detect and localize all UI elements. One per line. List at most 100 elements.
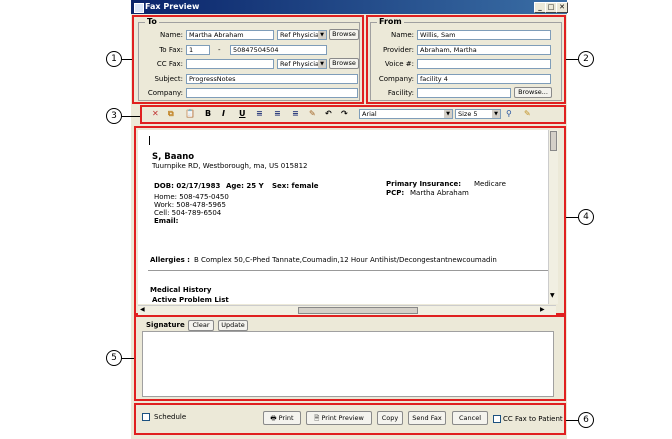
redo-icon[interactable]: ↷ [341, 109, 348, 118]
callout-1-line [122, 59, 132, 60]
callout-2: 2 [578, 51, 594, 67]
scroll-right-icon[interactable]: ▶ [540, 306, 545, 313]
cc-browse-button[interactable]: Browse [329, 58, 359, 69]
preview-icon: 🗎 [314, 414, 320, 422]
cancel-button[interactable]: Cancel [452, 411, 488, 425]
to-name-field[interactable]: Martha Abraham [186, 30, 274, 40]
horizontal-scrollbar[interactable]: ◀ ▶ [138, 305, 556, 315]
chevron-down-icon: ▼ [444, 110, 452, 118]
voice-label: Voice #: [384, 60, 414, 68]
printer-icon: 🖶 [270, 414, 277, 422]
edit-icon[interactable]: ✎ [524, 109, 531, 118]
subject-label: Subject: [154, 75, 183, 83]
cc-fax-label: CC Fax: [156, 60, 183, 68]
facility-field[interactable] [417, 88, 511, 98]
to-fax-prefix-field[interactable]: 1 [186, 45, 210, 55]
scroll-thumb[interactable] [550, 131, 557, 151]
allergies-value: B Complex 50,C-Phed Tannate,Coumadin,12 … [194, 256, 497, 264]
from-name-label: Name: [390, 31, 414, 39]
fax-dash: - [218, 46, 221, 54]
pcp-value: Martha Abraham [410, 189, 469, 197]
active-problems-heading: Active Problem List [152, 296, 229, 304]
patient-work-phone: Work: 508-478-5965 [154, 201, 226, 209]
allergies-label: Allergies : [150, 256, 190, 264]
signature-clear-button[interactable]: Clear [188, 320, 214, 331]
callout-4: 4 [578, 209, 594, 225]
facility-browse-button[interactable]: Browse... [514, 87, 552, 98]
scroll-down-icon[interactable]: ▼ [550, 292, 555, 299]
patient-cell-phone: Cell: 504-789-6504 [154, 209, 222, 217]
to-group-title: To [145, 17, 159, 26]
patient-sex: Sex: female [272, 182, 319, 190]
signature-pad[interactable] [142, 331, 554, 397]
from-company-label: Company: [378, 75, 414, 83]
text-cursor [149, 136, 150, 145]
italic-icon[interactable]: I [222, 109, 225, 118]
undo-icon[interactable]: ↶ [325, 109, 332, 118]
provider-field[interactable]: Abraham, Martha [417, 45, 551, 55]
medical-history-heading: Medical History [150, 286, 212, 294]
cc-fax-patient-checkbox[interactable] [493, 415, 501, 423]
align-right-icon[interactable]: ≡ [292, 109, 299, 118]
send-fax-button[interactable]: Send Fax [408, 411, 446, 425]
to-browse-button[interactable]: Browse [329, 29, 359, 40]
patient-name: S, Baano [152, 152, 195, 162]
voice-field[interactable] [417, 59, 551, 69]
font-select[interactable]: Arial ▼ [359, 109, 453, 119]
zoom-icon[interactable]: ⚲ [506, 109, 512, 118]
window-title: Fax Preview [145, 2, 200, 11]
insurance-value: Medicare [474, 180, 506, 188]
callout-4-line [566, 217, 578, 218]
patient-home-phone: Home: 508-475-0450 [154, 193, 229, 201]
vertical-scrollbar[interactable]: ▼ [548, 130, 558, 304]
print-button[interactable]: 🖶 Print [263, 411, 301, 425]
signature-tab[interactable]: Signature [146, 321, 185, 329]
print-preview-button[interactable]: 🗎 Print Preview [306, 411, 372, 425]
scroll-left-icon[interactable]: ◀ [140, 306, 145, 313]
chevron-down-icon: ▼ [318, 31, 326, 39]
from-company-field[interactable]: facility 4 [417, 74, 551, 84]
schedule-checkbox[interactable] [142, 413, 150, 421]
schedule-label: Schedule [154, 413, 187, 421]
callout-1: 1 [106, 51, 122, 67]
align-center-icon[interactable]: ≡ [274, 109, 281, 118]
patient-address: Tuurnpike RD, Westborough, ma, US 015812 [152, 162, 308, 170]
section-divider [148, 270, 548, 271]
title-bar: Fax Preview _ □ ✕ [131, 0, 568, 14]
cc-fax-type-select[interactable]: Ref Physicia ▼ [277, 59, 327, 69]
callout-3: 3 [106, 108, 122, 124]
size-select[interactable]: Size 5 ▼ [455, 109, 501, 119]
subject-field[interactable]: ProgressNotes [186, 74, 358, 84]
provider-label: Provider: [382, 46, 414, 54]
spellcheck-icon[interactable]: ✎ [309, 109, 316, 118]
callout-6: 6 [578, 412, 594, 428]
to-fax-number-field[interactable]: 50847504504 [230, 45, 327, 55]
pcp-label: PCP: [386, 189, 405, 197]
to-company-label: Company: [147, 89, 183, 97]
patient-dob: DOB: 02/17/1983 [154, 182, 221, 190]
callout-5: 5 [106, 350, 122, 366]
delete-icon[interactable]: ✕ [152, 109, 159, 118]
cc-fax-field[interactable] [186, 59, 274, 69]
to-name-type-select[interactable]: Ref Physicia ▼ [277, 30, 327, 40]
signature-update-button[interactable]: Update [218, 320, 248, 331]
insurance-label: Primary Insurance: [386, 180, 462, 188]
to-company-field[interactable] [186, 88, 358, 98]
fax-icon [134, 3, 144, 13]
bold-icon[interactable]: B [205, 109, 211, 118]
chevron-down-icon: ▼ [318, 60, 326, 68]
close-button[interactable]: ✕ [556, 2, 568, 13]
facility-label: Facility: [387, 89, 414, 97]
underline-icon[interactable]: U [239, 109, 246, 118]
paste-icon[interactable]: 📋 [185, 109, 195, 118]
callout-3-line [122, 116, 140, 117]
copy-button[interactable]: Copy [377, 411, 403, 425]
to-fax-label: To Fax: [159, 46, 183, 54]
copy-icon[interactable]: ⧉ [168, 109, 174, 119]
document-area[interactable]: S, Baano Tuurnpike RD, Westborough, ma, … [138, 130, 556, 304]
callout-2-line [566, 59, 578, 60]
align-left-icon[interactable]: ≡ [256, 109, 263, 118]
hscroll-thumb[interactable] [298, 307, 418, 314]
from-name-field[interactable]: Willis, Sam [417, 30, 551, 40]
toolbar-highlight [140, 105, 566, 124]
